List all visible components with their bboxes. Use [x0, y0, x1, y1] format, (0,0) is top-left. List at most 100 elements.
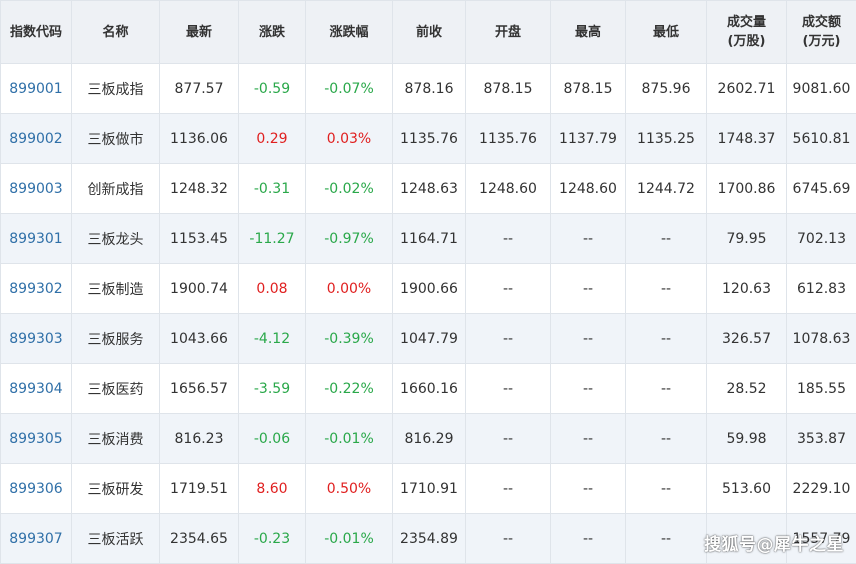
cell-amount: 612.83	[787, 264, 856, 314]
column-header-amount[interactable]: 成交额(万元)	[787, 1, 856, 64]
column-header-prev-close[interactable]: 前收	[393, 1, 466, 64]
cell-open: 1248.60	[466, 164, 551, 214]
cell-open: --	[466, 414, 551, 464]
column-header-label: 成交量	[707, 13, 786, 32]
column-header-label: 前收	[393, 23, 465, 42]
cell-open: --	[466, 264, 551, 314]
column-header-label: 涨跌	[239, 23, 305, 42]
cell-volume: 79.95	[707, 214, 787, 264]
column-header-latest[interactable]: 最新	[160, 1, 239, 64]
cell-name[interactable]: 三板活跃	[72, 514, 160, 564]
column-header-open[interactable]: 开盘	[466, 1, 551, 64]
cell-pct: -0.39%	[306, 314, 393, 364]
table-row[interactable]: 899303三板服务1043.66-4.12-0.39%1047.79-----…	[1, 314, 856, 364]
cell-name[interactable]: 三板消费	[72, 414, 160, 464]
column-header-label: 名称	[72, 23, 159, 42]
cell-code[interactable]: 899301	[1, 214, 72, 264]
cell-code[interactable]: 899305	[1, 414, 72, 464]
cell-high: 1248.60	[551, 164, 626, 214]
cell-latest: 816.23	[160, 414, 239, 464]
cell-name[interactable]: 三板龙头	[72, 214, 160, 264]
cell-prev-close: 878.16	[393, 64, 466, 114]
cell-volume: 1700.86	[707, 164, 787, 214]
table-row[interactable]: 899302三板制造1900.740.080.00%1900.66------1…	[1, 264, 856, 314]
cell-change: 0.08	[239, 264, 306, 314]
cell-name[interactable]: 三板制造	[72, 264, 160, 314]
table-row[interactable]: 899002三板做市1136.060.290.03%1135.761135.76…	[1, 114, 856, 164]
column-header-unit: (万股)	[707, 32, 786, 51]
cell-pct: -0.01%	[306, 414, 393, 464]
cell-code[interactable]: 899303	[1, 314, 72, 364]
cell-code[interactable]: 899003	[1, 164, 72, 214]
cell-prev-close: 816.29	[393, 414, 466, 464]
column-header-name[interactable]: 名称	[72, 1, 160, 64]
cell-name[interactable]: 三板研发	[72, 464, 160, 514]
cell-name[interactable]: 三板做市	[72, 114, 160, 164]
column-header-pct[interactable]: 涨跌幅	[306, 1, 393, 64]
cell-code[interactable]: 899306	[1, 464, 72, 514]
cell-high: --	[551, 364, 626, 414]
cell-code[interactable]: 899304	[1, 364, 72, 414]
cell-high: --	[551, 464, 626, 514]
cell-change: -0.59	[239, 64, 306, 114]
cell-low: 1135.25	[626, 114, 707, 164]
cell-change: -0.06	[239, 414, 306, 464]
cell-code[interactable]: 899002	[1, 114, 72, 164]
cell-pct: 0.50%	[306, 464, 393, 514]
cell-pct: 0.03%	[306, 114, 393, 164]
cell-latest: 877.57	[160, 64, 239, 114]
cell-code[interactable]: 899001	[1, 64, 72, 114]
cell-prev-close: 1047.79	[393, 314, 466, 364]
table-row[interactable]: 899001三板成指877.57-0.59-0.07%878.16878.158…	[1, 64, 856, 114]
column-header-low[interactable]: 最低	[626, 1, 707, 64]
cell-high: --	[551, 264, 626, 314]
column-header-high[interactable]: 最高	[551, 1, 626, 64]
cell-pct: -0.02%	[306, 164, 393, 214]
cell-pct: -0.22%	[306, 364, 393, 414]
cell-amount: 9081.60	[787, 64, 856, 114]
table-row[interactable]: 899301三板龙头1153.45-11.27-0.97%1164.71----…	[1, 214, 856, 264]
column-header-unit: (万元)	[787, 32, 856, 51]
table-row[interactable]: 899003创新成指1248.32-0.31-0.02%1248.631248.…	[1, 164, 856, 214]
cell-amount: 2229.10	[787, 464, 856, 514]
cell-prev-close: 1660.16	[393, 364, 466, 414]
cell-high: --	[551, 214, 626, 264]
cell-amount: 5610.81	[787, 114, 856, 164]
cell-latest: 1043.66	[160, 314, 239, 364]
table-row[interactable]: 899306三板研发1719.518.600.50%1710.91------5…	[1, 464, 856, 514]
cell-pct: -0.97%	[306, 214, 393, 264]
cell-amount: 1078.63	[787, 314, 856, 364]
cell-name[interactable]: 创新成指	[72, 164, 160, 214]
table-row[interactable]: 899304三板医药1656.57-3.59-0.22%1660.16-----…	[1, 364, 856, 414]
cell-prev-close: 1248.63	[393, 164, 466, 214]
cell-code[interactable]: 899307	[1, 514, 72, 564]
cell-latest: 1656.57	[160, 364, 239, 414]
table-header-row: 指数代码名称最新涨跌涨跌幅前收开盘最高最低成交量(万股)成交额(万元)	[1, 1, 856, 64]
cell-latest: 1719.51	[160, 464, 239, 514]
column-header-volume[interactable]: 成交量(万股)	[707, 1, 787, 64]
cell-open: --	[466, 464, 551, 514]
cell-amount: 353.87	[787, 414, 856, 464]
cell-low: --	[626, 214, 707, 264]
cell-low: --	[626, 514, 707, 564]
cell-name[interactable]: 三板服务	[72, 314, 160, 364]
cell-name[interactable]: 三板成指	[72, 64, 160, 114]
table-row[interactable]: 899305三板消费816.23-0.06-0.01%816.29------5…	[1, 414, 856, 464]
cell-code[interactable]: 899302	[1, 264, 72, 314]
cell-volume: 2602.71	[707, 64, 787, 114]
cell-high: 1137.79	[551, 114, 626, 164]
cell-change: -3.59	[239, 364, 306, 414]
cell-low: --	[626, 464, 707, 514]
column-header-label: 涨跌幅	[306, 23, 392, 42]
cell-high: --	[551, 514, 626, 564]
cell-change: 8.60	[239, 464, 306, 514]
cell-low: --	[626, 314, 707, 364]
cell-low: 1244.72	[626, 164, 707, 214]
cell-open: --	[466, 214, 551, 264]
column-header-change[interactable]: 涨跌	[239, 1, 306, 64]
cell-latest: 1136.06	[160, 114, 239, 164]
cell-name[interactable]: 三板医药	[72, 364, 160, 414]
cell-volume: 513.60	[707, 464, 787, 514]
cell-high: 878.15	[551, 64, 626, 114]
column-header-code[interactable]: 指数代码	[1, 1, 72, 64]
